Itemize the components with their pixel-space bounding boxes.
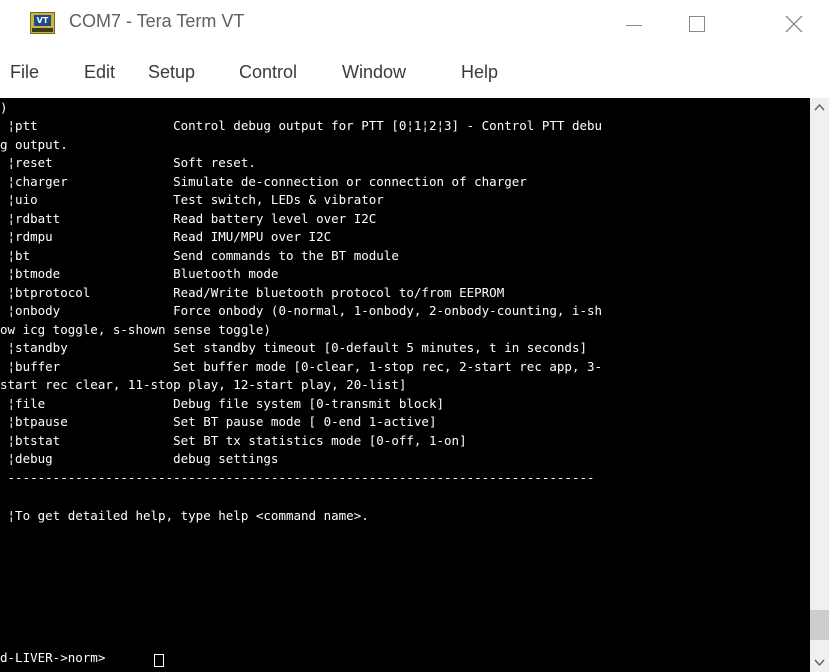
terminal-line: ¦buffer Set buffer mode [0-clear, 1-stop… bbox=[0, 359, 603, 374]
scrollbar-thumb[interactable] bbox=[810, 610, 829, 640]
scroll-down-arrow-icon[interactable] bbox=[810, 652, 829, 672]
menu-window[interactable]: Window bbox=[342, 62, 406, 83]
terminal-line: ow icg toggle, s-shown sense toggle) bbox=[0, 322, 271, 337]
menu-setup[interactable]: Setup bbox=[148, 62, 195, 83]
terminal-line: ¦btstat Set BT tx statistics mode [0-off… bbox=[0, 433, 467, 448]
terminal-line: ¦standby Set standby timeout [0-default … bbox=[0, 340, 587, 355]
scroll-up-arrow-icon[interactable] bbox=[810, 98, 829, 118]
terminal-line: ¦debug debug settings bbox=[0, 451, 279, 466]
terminal-separator: ----------------------------------------… bbox=[0, 470, 595, 485]
maximize-icon[interactable] bbox=[689, 16, 705, 32]
terminal-line: ¦rdbatt Read battery level over I2C bbox=[0, 211, 377, 226]
terminal-prompt[interactable]: d-LIVER->norm> bbox=[0, 648, 810, 668]
menu-help[interactable]: Help bbox=[461, 62, 498, 83]
window-title: COM7 - Tera Term VT bbox=[69, 11, 245, 31]
terminal-help-hint: ¦To get detailed help, type help <comman… bbox=[0, 508, 369, 523]
menu-bar: File Edit Setup Control Window Help bbox=[0, 50, 829, 98]
menu-edit[interactable]: Edit bbox=[84, 62, 115, 83]
terminal-line: ¦file Debug file system [0-transmit bloc… bbox=[0, 396, 445, 411]
teraterm-app-icon[interactable]: VT bbox=[30, 12, 55, 34]
terminal-line: ¦ptt Control debug output for PTT [0¦1¦2… bbox=[0, 118, 603, 133]
close-icon[interactable] bbox=[784, 14, 804, 34]
menu-file[interactable]: File bbox=[10, 62, 39, 83]
text-cursor bbox=[154, 654, 164, 667]
terminal-line: ¦rdmpu Read IMU/MPU over I2C bbox=[0, 229, 332, 244]
terminal-line: ¦btprotocol Read/Write bluetooth protoco… bbox=[0, 285, 505, 300]
terminal-line: ¦reset Soft reset. bbox=[0, 155, 256, 170]
terminal-line: ¦charger Simulate de-connection or conne… bbox=[0, 174, 527, 189]
terminal-line: ¦uio Test switch, LEDs & vibrator bbox=[0, 192, 384, 207]
terminal-line: ¦btpause Set BT pause mode [ 0-end 1-act… bbox=[0, 414, 437, 429]
minimize-icon[interactable] bbox=[626, 25, 642, 26]
terminal-line: ¦bt Send commands to the BT module bbox=[0, 248, 399, 263]
terminal-line: ¦onbody Force onbody (0-normal, 1-onbody… bbox=[0, 303, 603, 318]
vertical-scrollbar[interactable] bbox=[810, 98, 829, 672]
title-bar: VT COM7 - Tera Term VT bbox=[0, 0, 829, 50]
terminal-line: start rec clear, 11-stop play, 12-start … bbox=[0, 377, 407, 392]
terminal-line: g output. bbox=[0, 137, 68, 152]
menu-control[interactable]: Control bbox=[239, 62, 297, 83]
terminal-line: ¦btmode Bluetooth mode bbox=[0, 266, 279, 281]
terminal-screen[interactable]: ) ¦ptt Control debug output for PTT [0¦1… bbox=[0, 98, 810, 672]
terminal-line: ) bbox=[0, 100, 8, 115]
